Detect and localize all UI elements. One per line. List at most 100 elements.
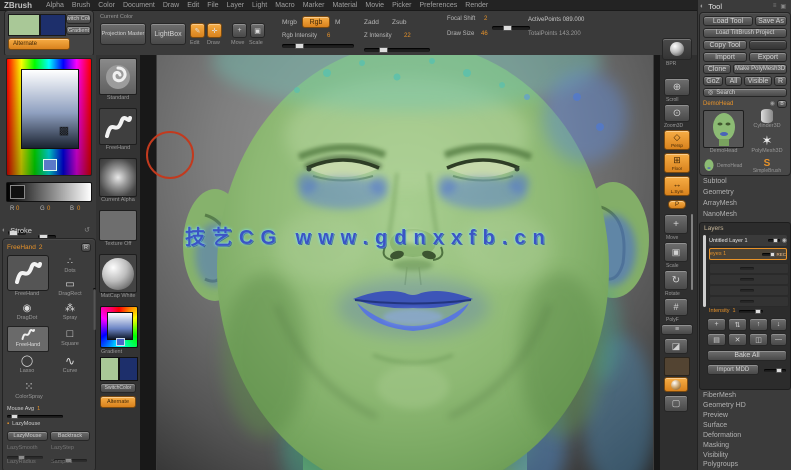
goz-visible-button[interactable]: Visible: [744, 76, 772, 86]
layer-down-button[interactable]: ↓: [770, 318, 787, 331]
tool-palette-header[interactable]: ◐ Tool ≡ ▣: [700, 1, 788, 11]
bpr-button[interactable]: [662, 38, 692, 60]
section-arraymesh[interactable]: ArrayMesh: [703, 200, 737, 207]
menu-document[interactable]: Document: [123, 2, 155, 9]
menu-picker[interactable]: Picker: [392, 2, 411, 9]
ghost-button[interactable]: [664, 357, 690, 376]
lazymouse-button[interactable]: LazyMouse: [7, 431, 48, 441]
stroke-item[interactable]: ∿ Curve: [50, 353, 90, 377]
edit-button[interactable]: ✎: [190, 23, 205, 38]
menu-edit[interactable]: Edit: [187, 2, 199, 9]
goz-r-button[interactable]: R: [774, 76, 787, 86]
tool-search-row[interactable]: ◎ Search: [703, 88, 787, 97]
lazymouse-section[interactable]: ▪ LazyMouse: [7, 421, 40, 427]
eye-icon[interactable]: ◉: [770, 100, 775, 107]
current-stroke-slot[interactable]: FreeHand: [99, 108, 137, 154]
section-masking[interactable]: Masking: [703, 442, 729, 449]
layer-flat-button[interactable]: —: [770, 333, 787, 346]
draw-button[interactable]: ✛: [207, 23, 222, 38]
eye-icon[interactable]: ◉: [782, 237, 787, 244]
menu-alpha[interactable]: Alpha: [46, 2, 64, 9]
current-texture-slot[interactable]: Texture Off: [99, 210, 137, 250]
menu-color[interactable]: Color: [98, 2, 115, 9]
menu-file[interactable]: File: [207, 2, 218, 9]
layer-merge-button[interactable]: ◫: [749, 333, 768, 346]
gradient-button[interactable]: Gradient: [66, 26, 91, 35]
stroke-item-selected[interactable]: FreeHand: [7, 326, 49, 352]
layer-swap-button[interactable]: ⇅: [728, 318, 747, 331]
transp-button[interactable]: ◪: [664, 338, 688, 354]
scroll-button[interactable]: ⊕: [664, 78, 690, 96]
lsym-button[interactable]: ↔ L.Sym: [664, 176, 690, 196]
menu-marker[interactable]: Marker: [303, 2, 325, 9]
menu-material[interactable]: Material: [332, 2, 357, 9]
section-fibermesh[interactable]: FiberMesh: [703, 392, 736, 399]
zsub-toggle[interactable]: Zsub: [392, 19, 406, 26]
make-polymesh3d-button[interactable]: Make PolyMesh3D: [733, 64, 787, 74]
switch-color-button[interactable]: Switch Color: [66, 14, 91, 24]
menu-draw[interactable]: Draw: [163, 2, 179, 9]
menu-movie[interactable]: Movie: [365, 2, 384, 9]
document[interactable]: 技艺CG www.gdnxxfb.cn: [156, 55, 654, 470]
tool-thumb-polymesh[interactable]: ✶ PolyMesh3D: [747, 133, 787, 157]
bake-all-button[interactable]: Bake All: [707, 350, 787, 361]
menu-render[interactable]: Render: [465, 2, 488, 9]
zadd-toggle[interactable]: Zadd: [364, 19, 379, 26]
mouse-avg-slider[interactable]: [7, 414, 63, 419]
layer-new-button[interactable]: +: [707, 318, 726, 331]
right-shelf-scrollbar[interactable]: [691, 214, 693, 290]
scale-button[interactable]: ▣: [250, 23, 265, 38]
polyf-button[interactable]: #: [664, 298, 688, 316]
goz-all-button[interactable]: All: [725, 76, 742, 86]
current-brush-slot[interactable]: Standard: [99, 58, 137, 104]
mdd-slider[interactable]: [764, 368, 786, 373]
shelf-move-button[interactable]: +: [664, 214, 688, 234]
export-button[interactable]: Export: [749, 52, 787, 62]
layer-up-button[interactable]: ↑: [749, 318, 768, 331]
stroke-item[interactable]: ◯ Lasso: [7, 353, 47, 377]
projection-master-button[interactable]: Projection Master: [100, 23, 146, 45]
save-as-button[interactable]: Save As: [755, 16, 787, 26]
stroke-r-button[interactable]: R: [81, 243, 91, 252]
mini-color-picker[interactable]: [100, 306, 138, 348]
tool-thumb-cylinder[interactable]: Cylinder3D: [747, 109, 787, 133]
layer-split-button[interactable]: ▤: [707, 333, 726, 346]
mrgb-toggle[interactable]: Mrgb: [282, 19, 297, 26]
zoom3d-button[interactable]: ⊙: [664, 104, 690, 122]
xpose-button[interactable]: ≡: [661, 324, 693, 335]
tool-thumb-current[interactable]: DemoHead: [703, 110, 744, 156]
stroke-item[interactable]: □ Square: [50, 326, 90, 350]
menu-preferences[interactable]: Preferences: [420, 2, 458, 9]
menu-layer[interactable]: Layer: [227, 2, 245, 9]
z-intensity-slider[interactable]: [364, 47, 430, 53]
palette-config-icon[interactable]: ↺: [84, 226, 90, 234]
tool-thumb-simplebrush[interactable]: S SimpleBrush: [747, 158, 787, 175]
main-color-swatch-small[interactable]: [100, 357, 119, 381]
load-tool-button[interactable]: Load Tool: [703, 16, 753, 26]
section-surface[interactable]: Surface: [703, 422, 727, 429]
layer-row-empty[interactable]: [709, 274, 789, 285]
section-geometry[interactable]: Geometry: [703, 189, 734, 196]
canvas-viewport[interactable]: 技艺CG www.gdnxxfb.cn: [140, 55, 660, 470]
current-stroke-row[interactable]: FreeHand 2 R: [7, 242, 91, 253]
stroke-item[interactable]: ⁙ ColorSpray: [7, 379, 51, 403]
load-tiltbrush-button[interactable]: Load TiltBrush Project: [703, 28, 787, 38]
layer-row[interactable]: Untitled Layer 1 ◉: [709, 235, 787, 246]
tool-thumb-head2[interactable]: DemoHead: [703, 158, 744, 174]
layer-intensity-slider[interactable]: [738, 308, 763, 314]
stroke-palette-header[interactable]: ◐ Stroke ↺: [2, 224, 94, 236]
left-shelf-scrollbar[interactable]: [93, 288, 96, 330]
m-toggle[interactable]: M: [335, 19, 340, 26]
section-subtool[interactable]: Subtool: [703, 178, 727, 185]
lightbox-button[interactable]: LightBox: [150, 23, 186, 45]
tool-b-button[interactable]: B: [777, 99, 787, 108]
secondary-color-swatch-small[interactable]: [119, 357, 138, 381]
tool-menu-icon[interactable]: ≡: [773, 3, 777, 9]
section-preview[interactable]: Preview: [703, 412, 728, 419]
layers-scrollbar[interactable]: [703, 235, 706, 307]
solo-button[interactable]: ▢: [664, 395, 688, 412]
layer-row-empty[interactable]: [709, 285, 789, 296]
import-button[interactable]: Import: [703, 52, 747, 62]
goz-button[interactable]: GoZ: [703, 76, 723, 86]
material-quick-button[interactable]: [664, 377, 688, 392]
